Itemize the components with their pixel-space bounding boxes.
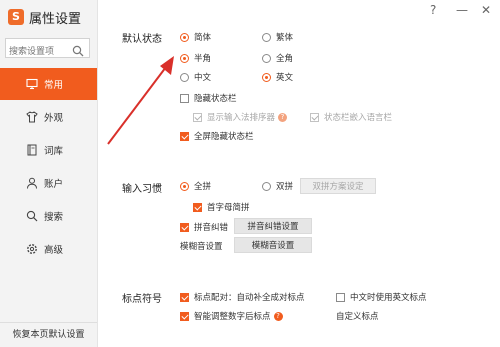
section-title-default-state: 默认状态 <box>122 34 162 45</box>
sidebar-item-appearance[interactable]: 外观 <box>0 101 97 133</box>
radio-label: 简体 <box>194 33 212 43</box>
checkbox-label: 拼音纠错 <box>194 223 229 233</box>
radio-label: 全角 <box>276 54 294 64</box>
question-mark-icon[interactable]: ? <box>278 112 288 122</box>
custom-punct-link[interactable]: 自定义标点 <box>336 310 379 322</box>
sidebar-item-account[interactable]: 账户 <box>0 167 97 199</box>
help-button[interactable]: ? <box>430 3 436 17</box>
sidebar-item-label: 账户 <box>44 179 64 190</box>
radio-button[interactable] <box>262 181 271 191</box>
checkbox[interactable] <box>193 112 202 122</box>
checkbox-smart-adjust[interactable]: 智能调整数字后标点 ? <box>180 310 283 322</box>
checkbox-show-ime-switch[interactable]: 显示输入法排序器 ? <box>193 111 288 123</box>
sidebar-item-advanced[interactable]: 高级 <box>0 233 97 265</box>
sidebar-item-search[interactable]: 搜索 <box>0 200 97 232</box>
checkbox[interactable] <box>180 311 189 321</box>
fuzzy-label: 模糊音设置 <box>180 242 223 252</box>
user-icon <box>26 177 38 189</box>
checkbox-punct-pairing[interactable]: 标点配对：自动补全成对标点 <box>180 291 305 303</box>
radio-button[interactable] <box>262 72 271 82</box>
radio-label: 繁体 <box>276 33 294 43</box>
checkbox[interactable] <box>193 202 202 212</box>
checkbox-fullscreen-hide[interactable]: 全屏隐藏状态栏 <box>180 130 254 142</box>
search-icon[interactable] <box>72 42 84 61</box>
sidebar-item-label: 外观 <box>44 113 64 124</box>
checkbox[interactable] <box>180 131 189 141</box>
radio-english[interactable]: 英文 <box>262 71 293 83</box>
checkbox-statusbar-embed[interactable]: 状态栏嵌入语言栏 <box>310 111 392 123</box>
radio-button[interactable] <box>180 53 189 63</box>
radio-traditional[interactable]: 繁体 <box>262 31 293 43</box>
radio-halfwidth[interactable]: 半角 <box>180 52 211 64</box>
checkbox[interactable] <box>180 93 189 103</box>
radio-label: 全拼 <box>194 182 212 192</box>
checkbox-label: 全屏隐藏状态栏 <box>194 132 254 142</box>
radio-label: 半角 <box>194 54 212 64</box>
checkbox-label: 隐藏状态栏 <box>194 94 237 104</box>
gear-icon <box>26 243 38 255</box>
app-title: 属性设置 <box>29 12 82 27</box>
shuangpin-scheme-button[interactable]: 双拼方案设定 <box>300 178 376 194</box>
close-button[interactable]: ✕ <box>481 3 491 17</box>
sidebar: S 属性设置 常用 外观 词库 账户 搜索 <box>0 0 98 347</box>
radio-fullwidth[interactable]: 全角 <box>262 52 293 64</box>
radio-button[interactable] <box>180 72 189 82</box>
sidebar-item-general[interactable]: 常用 <box>0 68 97 100</box>
checkbox-chinese-english-punct[interactable]: 中文时使用英文标点 <box>336 291 436 303</box>
app-logo: S <box>8 9 24 25</box>
radio-simplified[interactable]: 简体 <box>180 31 211 43</box>
search-box[interactable] <box>5 38 90 61</box>
checkbox[interactable] <box>310 112 319 122</box>
radio-shuangpin[interactable]: 双拼 <box>262 180 293 192</box>
question-mark-icon[interactable]: ? <box>273 311 283 321</box>
radio-button[interactable] <box>180 181 189 191</box>
sidebar-item-dictionary[interactable]: 词库 <box>0 134 97 166</box>
shirt-icon <box>26 111 38 123</box>
radio-button[interactable] <box>262 32 271 42</box>
checkbox[interactable] <box>336 292 345 302</box>
radio-chinese[interactable]: 中文 <box>180 71 211 83</box>
sidebar-item-label: 常用 <box>44 80 64 91</box>
checkbox-label: 显示输入法排序器 <box>207 113 276 123</box>
checkbox-pinyin-correct[interactable]: 拼音纠错 <box>180 221 228 233</box>
search-input[interactable] <box>6 43 71 61</box>
checkbox-label: 标点配对：自动补全成对标点 <box>194 293 305 303</box>
search-icon <box>26 210 38 222</box>
checkbox-label: 首字母简拼 <box>207 203 250 213</box>
minimize-button[interactable]: — <box>456 3 468 17</box>
checkbox[interactable] <box>180 292 189 302</box>
book-icon <box>26 144 38 156</box>
radio-button[interactable] <box>262 53 271 63</box>
checkbox-label: 中文时使用英文标点 <box>350 293 427 303</box>
radio-button[interactable] <box>180 32 189 42</box>
fuzzy-settings-button[interactable]: 模糊音设置 <box>234 237 312 253</box>
sidebar-item-label: 词库 <box>44 146 64 157</box>
checkbox[interactable] <box>180 222 189 232</box>
checkbox-hide-statusbar[interactable]: 隐藏状态栏 <box>180 92 237 104</box>
radio-full-pinyin[interactable]: 全拼 <box>180 180 211 192</box>
monitor-icon <box>26 78 38 90</box>
radio-label: 中文 <box>194 73 212 83</box>
section-title-input-habit: 输入习惯 <box>122 184 162 195</box>
radio-label: 双拼 <box>276 182 294 192</box>
sidebar-item-label: 高级 <box>44 245 64 256</box>
sidebar-item-label: 搜索 <box>44 212 64 223</box>
checkbox-initial-abbrev[interactable]: 首字母简拼 <box>193 201 250 213</box>
restore-defaults-button[interactable]: 恢复本页默认设置 <box>0 322 97 347</box>
checkbox-label: 状态栏嵌入语言栏 <box>324 113 393 123</box>
radio-label: 英文 <box>276 73 294 83</box>
pinyin-correct-settings-button[interactable]: 拼音纠错设置 <box>234 218 312 234</box>
section-title-punctuation: 标点符号 <box>122 294 162 305</box>
checkbox-label: 智能调整数字后标点 <box>194 312 271 322</box>
